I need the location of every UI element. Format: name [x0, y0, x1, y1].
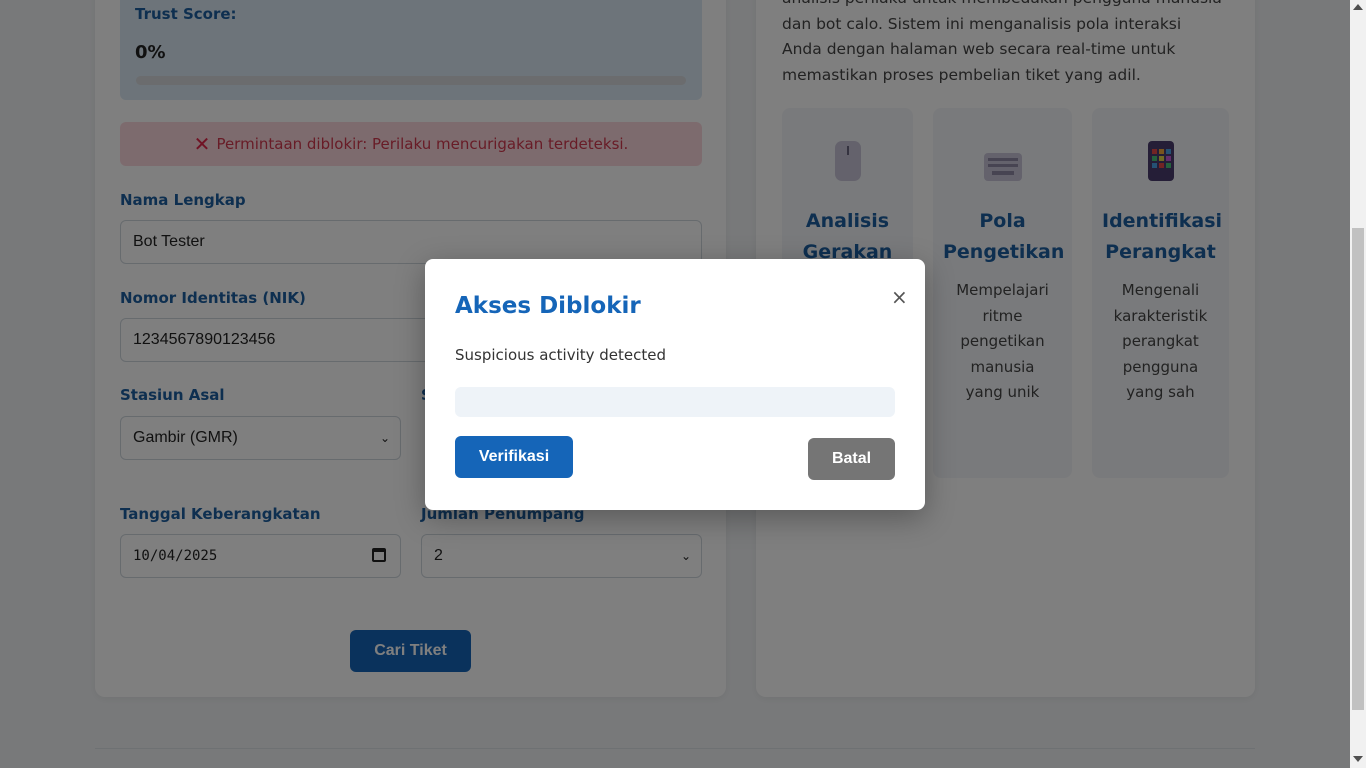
modal-title: Akses Diblokir — [455, 293, 641, 319]
scroll-thumb[interactable] — [1352, 228, 1364, 710]
verify-button[interactable]: Verifikasi — [455, 436, 573, 478]
cancel-button[interactable]: Batal — [808, 438, 895, 480]
blocked-modal: Akses Diblokir × Suspicious activity det… — [425, 259, 925, 510]
close-icon[interactable]: × — [891, 285, 908, 309]
verification-input[interactable] — [455, 387, 895, 417]
scroll-up-icon[interactable] — [1353, 4, 1363, 10]
scroll-down-icon[interactable] — [1353, 756, 1363, 762]
modal-message: Suspicious activity detected — [455, 346, 667, 364]
